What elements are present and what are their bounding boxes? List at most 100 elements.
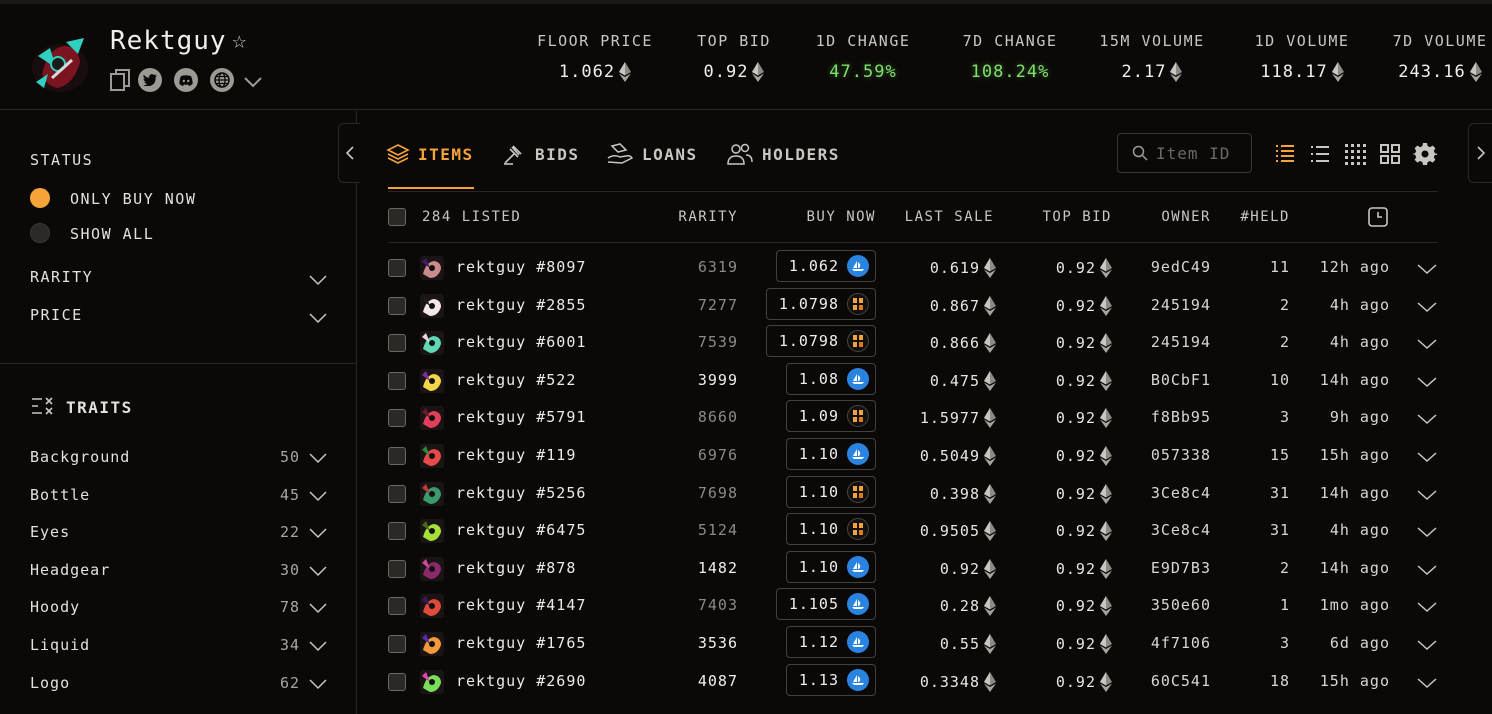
trait-filter-logo[interactable]: Logo 62: [30, 674, 330, 696]
nft-thumbnail[interactable]: [420, 443, 444, 468]
table-row[interactable]: rektguy #522 3999 1.08 0.475 0.92 B0CbF1 10 14h…: [388, 362, 1438, 400]
row-checkbox[interactable]: [388, 296, 406, 315]
only-buy-now-radio[interactable]: [30, 188, 50, 208]
expand-row-chevron-down-icon[interactable]: [1416, 489, 1438, 501]
expand-row-chevron-down-icon[interactable]: [1416, 301, 1438, 313]
buy-now-column-header[interactable]: BUY NOW: [806, 209, 876, 225]
expand-row-chevron-down-icon[interactable]: [1416, 601, 1438, 613]
owner-address[interactable]: 245194: [1151, 333, 1211, 351]
rarity-chevron-down-icon[interactable]: [308, 271, 328, 286]
owner-address[interactable]: 350e60: [1151, 596, 1211, 614]
tab-bids[interactable]: BIDS: [501, 141, 580, 167]
expand-row-chevron-down-icon[interactable]: [1416, 338, 1438, 350]
trait-filter-headgear[interactable]: Headgear 30: [30, 561, 330, 583]
trait-filter-bottle[interactable]: Bottle 45: [30, 486, 330, 508]
rarity-filter-label[interactable]: RARITY: [30, 268, 93, 286]
nft-thumbnail[interactable]: [420, 519, 444, 544]
row-checkbox[interactable]: [388, 597, 406, 616]
only-buy-now-label[interactable]: ONLY BUY NOW: [70, 190, 196, 208]
nft-thumbnail[interactable]: [420, 256, 444, 280]
view-list-compact-icon[interactable]: [1308, 142, 1332, 166]
buy-now-button[interactable]: 1.0798: [765, 325, 876, 358]
table-row[interactable]: rektguy #5791 8660 1.09 1.5977 0.92 f8Bb95 3 9h…: [388, 399, 1438, 437]
trait-filter-background[interactable]: Background 50: [30, 448, 330, 470]
price-filter-label[interactable]: PRICE: [30, 306, 83, 324]
item-name[interactable]: rektguy #2690: [456, 672, 586, 690]
item-id-search[interactable]: [1117, 133, 1252, 173]
nft-thumbnail[interactable]: [420, 669, 444, 694]
row-checkbox[interactable]: [388, 371, 406, 390]
row-checkbox[interactable]: [388, 334, 406, 353]
expand-row-chevron-down-icon[interactable]: [1416, 263, 1438, 275]
owner-address[interactable]: f8Bb95: [1151, 408, 1211, 426]
buy-now-button[interactable]: 1.0798: [765, 287, 876, 320]
owner-address[interactable]: 3Ce8c4: [1151, 521, 1211, 539]
expand-row-chevron-down-icon[interactable]: [1416, 413, 1438, 425]
expand-row-chevron-down-icon[interactable]: [1416, 526, 1438, 538]
owner-address[interactable]: 4f7106: [1151, 634, 1211, 652]
expand-row-chevron-down-icon[interactable]: [1416, 451, 1438, 463]
item-name[interactable]: rektguy #119: [456, 446, 576, 464]
row-checkbox[interactable]: [388, 672, 406, 691]
item-name[interactable]: rektguy #6475: [456, 521, 586, 539]
tab-holders[interactable]: HOLDERS: [726, 141, 840, 167]
discord-icon[interactable]: [174, 68, 198, 92]
owner-address[interactable]: B0CbF1: [1151, 371, 1211, 389]
owner-address[interactable]: 245194: [1151, 296, 1211, 314]
favorite-star-icon[interactable]: ☆: [232, 26, 246, 54]
row-checkbox[interactable]: [388, 484, 406, 503]
table-row[interactable]: rektguy #6001 7539 1.0798 0.866 0.92 245194 2 4…: [388, 324, 1438, 362]
table-row[interactable]: rektguy #119 6976 1.10 0.5049 0.92 057338 15 15…: [388, 437, 1438, 475]
nft-thumbnail[interactable]: [420, 368, 444, 393]
owner-address[interactable]: 9edC49: [1151, 258, 1211, 276]
show-all-radio[interactable]: [30, 223, 50, 243]
buy-now-button[interactable]: 1.105: [775, 588, 876, 621]
buy-now-button[interactable]: 1.062: [775, 250, 876, 282]
item-name[interactable]: rektguy #6001: [456, 333, 586, 351]
buy-now-button[interactable]: 1.10: [785, 437, 876, 470]
settings-gear-icon[interactable]: [1413, 142, 1437, 166]
search-input[interactable]: [1156, 143, 1246, 163]
top-bid-column-header[interactable]: TOP BID: [1042, 209, 1112, 225]
owner-address[interactable]: 60C541: [1151, 672, 1211, 690]
expand-panel-chevron-right-icon[interactable]: [1468, 123, 1492, 183]
nft-thumbnail[interactable]: [420, 594, 444, 619]
row-checkbox[interactable]: [388, 446, 406, 465]
table-row[interactable]: rektguy #8097 6319 1.062 0.619 0.92 9edC49 11 1…: [388, 249, 1438, 287]
last-sale-column-header[interactable]: LAST SALE: [905, 209, 994, 225]
more-links-chevron-down-icon[interactable]: [243, 73, 263, 88]
row-checkbox[interactable]: [388, 259, 406, 277]
table-row[interactable]: rektguy #6475 5124 1.10 0.9505 0.92 3Ce8c4 31 4…: [388, 512, 1438, 550]
item-name[interactable]: rektguy #5256: [456, 484, 586, 502]
nft-thumbnail[interactable]: [420, 481, 444, 506]
table-row[interactable]: rektguy #4147 7403 1.105 0.28 0.92 350e60 1 1mo…: [388, 587, 1438, 625]
collapse-sidebar-chevron-left-icon[interactable]: [338, 123, 360, 183]
buy-now-button[interactable]: 1.12: [785, 625, 876, 658]
buy-now-button[interactable]: 1.10: [785, 475, 876, 508]
nft-thumbnail[interactable]: [420, 293, 444, 318]
item-name[interactable]: rektguy #5791: [456, 408, 586, 426]
nft-thumbnail[interactable]: [420, 556, 444, 581]
nft-thumbnail[interactable]: [420, 631, 444, 656]
table-row[interactable]: rektguy #2855 7277 1.0798 0.867 0.92 245194 2 4…: [388, 287, 1438, 325]
item-name[interactable]: rektguy #8097: [456, 258, 586, 276]
buy-now-button[interactable]: 1.13: [785, 663, 876, 696]
item-name[interactable]: rektguy #4147: [456, 596, 586, 614]
nft-thumbnail[interactable]: [420, 406, 444, 431]
item-name[interactable]: rektguy #878: [456, 559, 576, 577]
price-chevron-down-icon[interactable]: [308, 309, 328, 324]
tab-items[interactable]: ITEMS: [386, 141, 474, 167]
owner-address[interactable]: 3Ce8c4: [1151, 484, 1211, 502]
website-globe-icon[interactable]: [210, 68, 234, 92]
table-row[interactable]: rektguy #2690 4087 1.13 0.3348 0.92 60C541 18 1…: [388, 663, 1438, 701]
view-grid-small-icon[interactable]: [1343, 142, 1367, 166]
table-row[interactable]: rektguy #878 1482 1.10 0.92 0.92 E9D7B3 2 14h a…: [388, 550, 1438, 588]
rarity-column-header[interactable]: RARITY: [678, 209, 738, 225]
view-grid-large-icon[interactable]: [1378, 142, 1402, 166]
twitter-icon[interactable]: [138, 68, 162, 92]
expand-row-chevron-down-icon[interactable]: [1416, 376, 1438, 388]
item-name[interactable]: rektguy #2855: [456, 296, 586, 314]
buy-now-button[interactable]: 1.10: [785, 513, 876, 546]
tab-loans[interactable]: LOANS: [606, 141, 698, 167]
expand-row-chevron-down-icon[interactable]: [1416, 564, 1438, 576]
